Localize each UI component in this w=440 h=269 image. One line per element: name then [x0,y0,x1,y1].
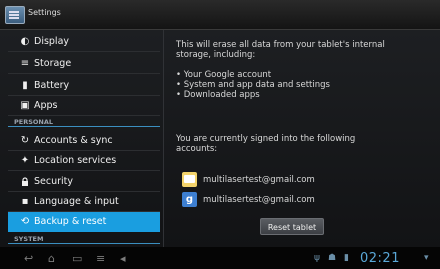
sidebar-item-location-services[interactable]: ✦ Location services [8,151,160,171]
account-row: g multilasertest@gmail.com [182,192,422,208]
recent-apps-icon[interactable]: ▭ [72,252,82,265]
erase-warning: This will erase all data from your table… [176,40,385,60]
clock[interactable]: 02:21 [360,251,400,266]
account-row: multilasertest@gmail.com [182,172,422,188]
backup-icon: ⟲ [20,216,30,227]
section-divider [8,126,160,127]
sidebar-item-language-input[interactable]: ▪ Language & input [8,192,160,212]
content-area: ◐ Display ≡ Storage ▮ Battery ▣ Apps PER… [0,30,440,247]
wifi-icon: ▾ [424,253,429,263]
app-title: Settings [28,8,61,17]
list-item: Downloaded apps [176,90,330,100]
sidebar-item-battery[interactable]: ▮ Battery [8,76,160,96]
back-icon[interactable]: ↩ [24,252,33,265]
list-item: Your Google account [176,70,330,80]
settings-sidebar[interactable]: ◐ Display ≡ Storage ▮ Battery ▣ Apps PER… [8,30,160,247]
display-icon: ◐ [20,36,30,47]
action-bar: Settings [0,0,440,30]
battery-icon: ▮ [22,80,28,91]
storage-icon: ≡ [20,58,30,69]
signed-in-notice: You are currently signed into the follow… [176,134,355,154]
google-plus-icon: g [182,192,197,207]
home-icon[interactable]: ⌂ [48,252,55,265]
settings-app-icon[interactable] [5,6,25,24]
account-email: multilasertest@gmail.com [203,175,315,185]
usb-icon: ψ [314,253,320,263]
section-header-system: SYSTEM [14,235,44,243]
sidebar-item-label: Display [34,36,70,47]
sidebar-item-label: Accounts & sync [34,135,113,146]
erase-warning-line-1: This will erase all data from your table… [176,40,385,50]
sidebar-item-display[interactable]: ◐ Display [8,32,160,52]
sidebar-item-apps[interactable]: ▣ Apps [8,96,160,116]
sync-icon: ↻ [20,135,30,146]
sidebar-item-backup-reset[interactable]: ⟲ Backup & reset [8,212,160,232]
sidebar-item-label: Backup & reset [34,216,107,227]
sidebar-item-accounts-sync[interactable]: ↻ Accounts & sync [8,131,160,151]
lock-icon [20,177,30,187]
signed-in-line-1: You are currently signed into the follow… [176,134,356,144]
list-item: System and app data and settings [176,80,330,90]
backup-reset-panel: This will erase all data from your table… [163,30,440,247]
section-divider [8,243,160,244]
erase-items-list: Your Google account System and app data … [176,70,330,100]
section-header-personal: PERSONAL [14,118,54,126]
account-email: multilasertest@gmail.com [203,195,315,205]
location-icon: ✦ [20,155,30,166]
language-icon: ▪ [21,196,29,207]
sidebar-item-label: Battery [34,80,70,91]
signed-in-line-2: accounts: [176,144,218,154]
sidebar-item-label: Language & input [34,196,119,207]
erase-warning-line-2: storage, including: [176,50,256,60]
battery-status-icon: ▮ [344,253,349,263]
sidebar-item-security[interactable]: Security [8,172,160,192]
reset-tablet-button[interactable]: Reset tablet [260,218,324,235]
menu-icon[interactable]: ≡ [96,252,105,265]
android-icon: ☗ [328,253,337,263]
sidebar-item-label: Security [34,176,74,187]
sidebar-item-label: Apps [34,100,58,111]
sidebar-item-label: Location services [34,155,117,166]
sidebar-item-label: Storage [34,58,72,69]
mail-icon [182,172,197,187]
system-bar: ↩ ⌂ ▭ ≡ ◂ ψ ☗ ▮ 02:21 ▾ [0,247,440,269]
volume-icon[interactable]: ◂ [120,252,126,265]
apps-icon: ▣ [20,100,30,111]
sidebar-item-storage[interactable]: ≡ Storage [8,54,160,74]
